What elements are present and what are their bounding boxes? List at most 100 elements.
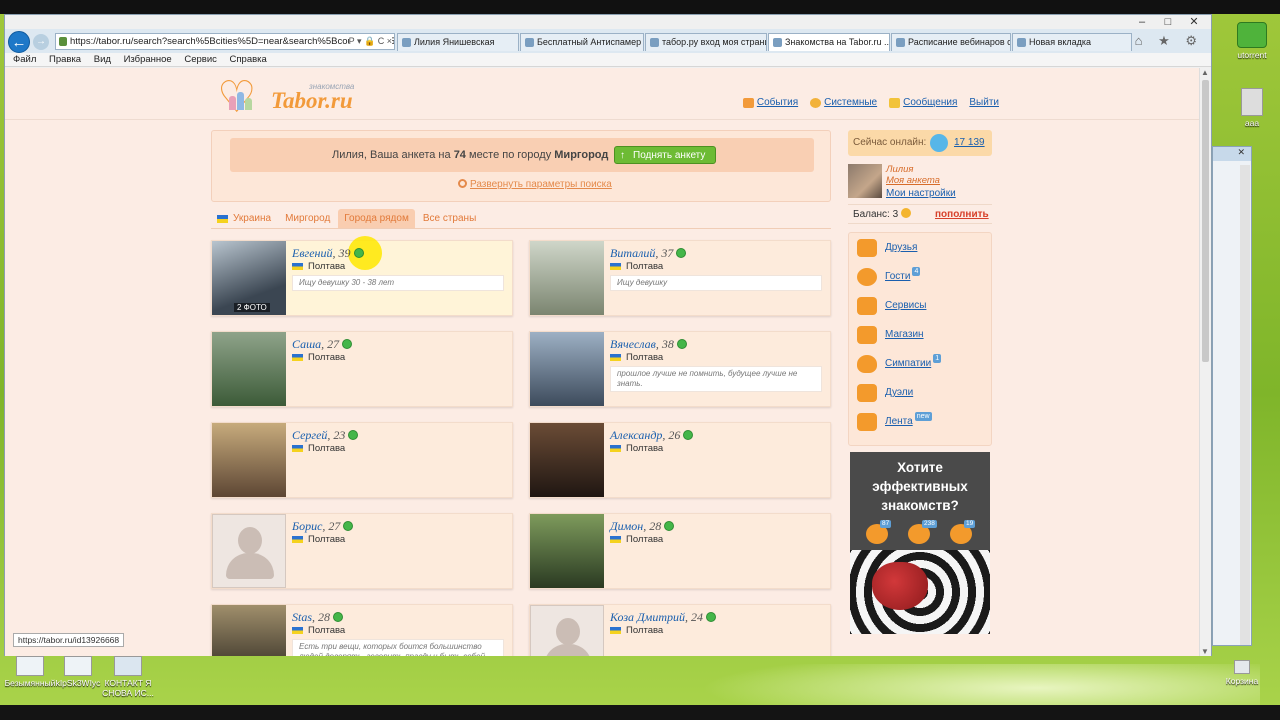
- profile-name[interactable]: Борис, 27: [292, 519, 354, 534]
- profile-card[interactable]: Stas, 28 Полтава Есть три вещи, которых …: [211, 604, 513, 656]
- promo-banner[interactable]: Хотите эффективных знакомств? 87 238 19: [850, 452, 990, 634]
- profile-name[interactable]: Виталий, 37: [610, 246, 687, 261]
- minimize-icon[interactable]: –: [1131, 15, 1153, 29]
- profile-name[interactable]: Коза Дмитрий, 24: [610, 610, 716, 625]
- maximize-icon[interactable]: □: [1157, 15, 1179, 29]
- profile-photo[interactable]: [212, 332, 286, 406]
- profile-card[interactable]: Борис, 27 Полтава: [211, 513, 513, 589]
- profile-city: Полтава: [610, 625, 663, 636]
- profile-photo[interactable]: [530, 423, 604, 497]
- sidebar-item-sympathies[interactable]: Симпатии 1: [857, 353, 942, 375]
- messages-link[interactable]: Сообщения: [889, 97, 957, 108]
- tab-ukraine[interactable]: Украина: [211, 209, 277, 228]
- menu-tools[interactable]: Сервис: [184, 54, 217, 65]
- profile-name[interactable]: Саша, 27: [292, 337, 353, 352]
- tab-new[interactable]: Новая вкладка: [1012, 33, 1132, 51]
- address-bar-icons[interactable]: P ▾ 🔒 C ×: [348, 34, 392, 49]
- menu-edit[interactable]: Правка: [49, 54, 81, 65]
- no-photo-placeholder[interactable]: [530, 605, 604, 656]
- tab-liliya[interactable]: Лилия Янишевская: [397, 33, 519, 51]
- menu-view[interactable]: Вид: [94, 54, 111, 65]
- close-icon[interactable]: ✕: [1183, 15, 1205, 29]
- page-viewport: ♡ Tabor.ru знакомства События Системные …: [5, 68, 1199, 656]
- expand-search-link[interactable]: Развернуть параметры поиска: [458, 179, 612, 190]
- raise-profile-button[interactable]: Поднять анкету: [614, 146, 717, 165]
- heart-dart-image: [872, 562, 928, 610]
- page-scrollbar[interactable]: ▲ ▼: [1199, 68, 1211, 656]
- events-icon: [742, 97, 754, 108]
- desktop-icon-utorrent[interactable]: utorrent: [1222, 22, 1280, 60]
- profile-status: Ищу девушку 30 - 38 лет: [292, 275, 504, 291]
- sidebar-item-duels[interactable]: Дуэли: [857, 382, 913, 404]
- scrollbar-thumb[interactable]: [1202, 80, 1209, 362]
- sidebar-item-shop[interactable]: Магазин: [857, 324, 924, 346]
- my-settings-link[interactable]: Мои настройки: [886, 188, 956, 199]
- tabor-logo[interactable]: ♡ Tabor.ru знакомства: [217, 76, 367, 120]
- logout-link[interactable]: Выйти: [969, 97, 999, 108]
- online-count-link[interactable]: 17 139: [954, 130, 985, 156]
- sidebar-item-guests[interactable]: Гости 4: [857, 266, 921, 288]
- profile-card[interactable]: Саша, 27 Полтава: [211, 331, 513, 407]
- profile-name[interactable]: Сергей, 23: [292, 428, 359, 443]
- tab-antispam[interactable]: Бесплатный Антиспамер д...: [520, 33, 644, 51]
- desktop-icon-contact[interactable]: КОНТАКТ Я СНОВА ИС...: [98, 656, 158, 698]
- forward-arrow-icon[interactable]: →: [33, 34, 49, 50]
- background-window-close[interactable]: ✕: [1213, 147, 1251, 161]
- scroll-up-icon[interactable]: ▲: [1201, 68, 1209, 77]
- menu-help[interactable]: Справка: [230, 54, 267, 65]
- address-bar[interactable]: https://tabor.ru/search?search%5Bcities%…: [55, 33, 395, 50]
- no-photo-placeholder[interactable]: [212, 514, 286, 588]
- menu-file[interactable]: Файл: [13, 54, 36, 65]
- system-link[interactable]: Системные: [810, 97, 877, 108]
- scroll-down-icon[interactable]: ▼: [1201, 647, 1209, 656]
- online-icon: [676, 339, 687, 349]
- profile-card[interactable]: Коза Дмитрий, 24 Полтава: [529, 604, 831, 656]
- tab-all-countries[interactable]: Все страны: [417, 209, 482, 228]
- desktop-icon-aaa[interactable]: ааа: [1222, 88, 1280, 128]
- back-arrow-icon[interactable]: ←: [8, 31, 30, 53]
- sidebar-item-services[interactable]: Сервисы: [857, 295, 926, 317]
- window-controls: – □ ✕: [1131, 15, 1205, 29]
- tab-tabor-dating[interactable]: Знакомства на Tabor.ru ...: [768, 33, 890, 51]
- sidebar-item-feed[interactable]: Лента new: [857, 411, 932, 433]
- search-icon: [458, 179, 467, 188]
- tab-webinars[interactable]: Расписание вебинаров с 2 ...: [891, 33, 1011, 51]
- feed-icon: [857, 413, 877, 431]
- profile-city: Полтава: [610, 352, 663, 363]
- profile-photo[interactable]: [530, 241, 604, 315]
- profile-card[interactable]: Александр, 26 Полтава: [529, 422, 831, 498]
- profile-name[interactable]: Stas, 28: [292, 610, 344, 625]
- promo-title: Хотите эффективных знакомств?: [872, 460, 968, 513]
- events-link[interactable]: События: [742, 97, 798, 108]
- desktop-icon-recycle-bin[interactable]: Корзина: [1212, 660, 1272, 686]
- my-profile-link[interactable]: Моя анкета: [886, 175, 940, 186]
- profile-photo[interactable]: [530, 332, 604, 406]
- profile-card[interactable]: Димон, 28 Полтава: [529, 513, 831, 589]
- top-black-bar: [0, 0, 1280, 14]
- profile-name[interactable]: Вячеслав, 38: [610, 337, 687, 352]
- profile-status: прошлое лучше не помнить, будущее лучше …: [610, 366, 822, 392]
- profile-card[interactable]: Сергей, 23 Полтава: [211, 422, 513, 498]
- profile-name[interactable]: Димон, 28: [610, 519, 675, 534]
- profile-city: Полтава: [292, 261, 345, 272]
- profile-name[interactable]: Евгений, 39: [292, 246, 364, 261]
- tab-tabor-login[interactable]: табор.ру вход моя страниц...: [645, 33, 767, 51]
- profile-photo[interactable]: [212, 423, 286, 497]
- tab-mirgorod[interactable]: Миргород: [279, 209, 336, 228]
- profile-card[interactable]: Виталий, 37 Полтава Ищу девушку: [529, 240, 831, 316]
- menu-favorites[interactable]: Избранное: [124, 54, 172, 65]
- topup-link[interactable]: пополнить: [935, 205, 989, 225]
- profile-card[interactable]: 2 ФОТО Евгений, 39 Полтава Ищу девушку 3…: [211, 236, 513, 316]
- online-counter: Сейчас онлайн: 17 139: [848, 130, 992, 156]
- avatar[interactable]: [848, 164, 882, 198]
- profile-card[interactable]: Вячеслав, 38 Полтава прошлое лучше не по…: [529, 331, 831, 407]
- tab-nearby-cities[interactable]: Города рядом: [338, 209, 415, 228]
- profile-photo[interactable]: 2 ФОТО: [212, 241, 286, 315]
- profile-photo[interactable]: [530, 514, 604, 588]
- profile-photo[interactable]: [212, 605, 286, 656]
- promo-icons: 87 238 19: [850, 520, 990, 548]
- profile-city: Полтава: [292, 625, 345, 636]
- sidebar-item-friends[interactable]: Друзья: [857, 237, 917, 259]
- browser-tool-icons[interactable]: ⌂ ★ ⚙: [1135, 33, 1203, 49]
- profile-name[interactable]: Александр, 26: [610, 428, 694, 443]
